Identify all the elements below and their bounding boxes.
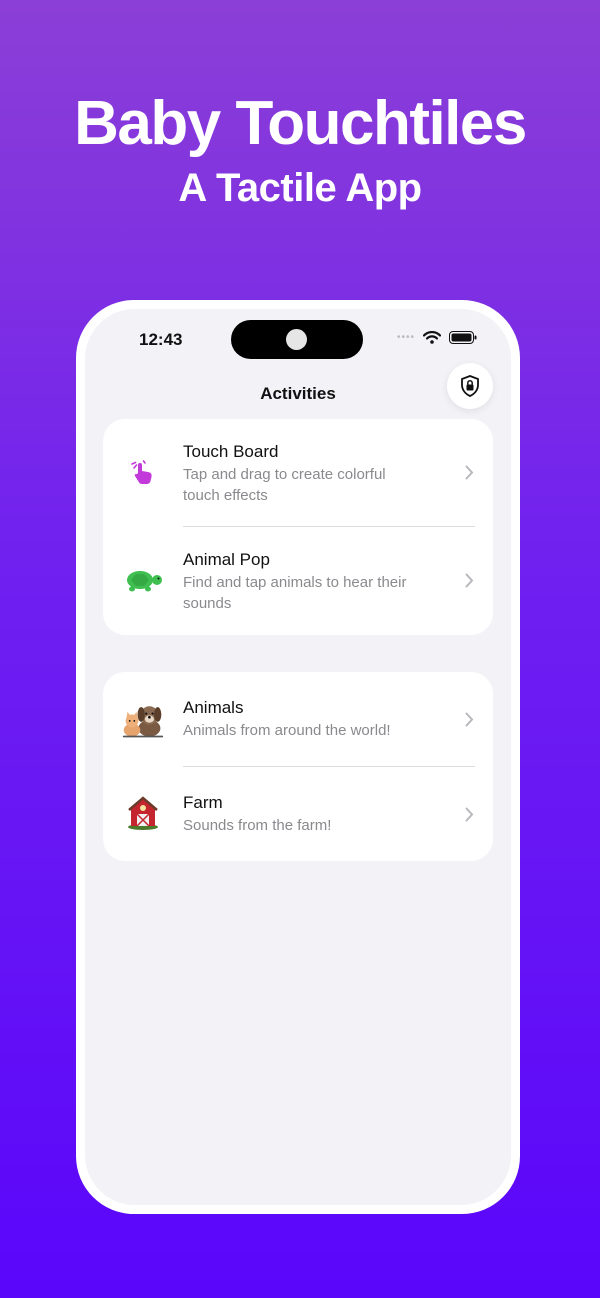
list-item-touch-board[interactable]: Touch Board Tap and drag to create color…: [103, 419, 493, 527]
chevron-right-icon: [465, 465, 474, 480]
dynamic-island: [231, 320, 363, 359]
activities-card: Touch Board Tap and drag to create color…: [103, 419, 493, 635]
chevron-right-icon: [465, 573, 474, 588]
row-subtitle: Sounds from the farm!: [183, 817, 332, 834]
list-item-animals[interactable]: Animals Animals from around the world!: [103, 672, 493, 766]
sounds-card: Animals Animals from around the world! F…: [103, 672, 493, 861]
phone-frame: 12:43 •••• Activities Touch Board Tap an…: [76, 300, 520, 1214]
signal-dots-icon: ••••: [396, 332, 415, 343]
barn-icon: [121, 791, 165, 835]
row-title: Farm: [183, 793, 223, 812]
phone-screen: 12:43 •••• Activities Touch Board Tap an…: [85, 309, 511, 1205]
status-time: 12:43: [139, 330, 183, 349]
chevron-right-icon: [465, 712, 474, 727]
camera-icon: [286, 329, 307, 350]
shield-lock-icon: [461, 375, 479, 397]
promo-title: Baby Touchtiles: [74, 89, 527, 158]
status-icons: ••••: [397, 331, 477, 344]
row-subtitle: Tap and drag to create colorful touch ef…: [183, 466, 386, 504]
dog-cat-icon: [121, 698, 165, 742]
battery-icon: [449, 331, 477, 344]
turtle-icon: [121, 559, 165, 603]
row-subtitle: Find and tap animals to hear their sound…: [183, 574, 407, 612]
promo-subtitle: A Tactile App: [178, 166, 422, 210]
hand-tap-icon: [121, 451, 165, 495]
row-title: Animal Pop: [183, 550, 270, 569]
row-title: Animals: [183, 698, 244, 717]
chevron-right-icon: [465, 807, 474, 822]
list-item-animal-pop[interactable]: Animal Pop Find and tap animals to hear …: [103, 527, 493, 635]
row-title: Touch Board: [183, 442, 279, 461]
row-subtitle: Animals from around the world!: [183, 722, 391, 739]
parental-lock-button[interactable]: [447, 363, 493, 409]
wifi-icon: [423, 331, 441, 344]
list-item-farm[interactable]: Farm Sounds from the farm!: [103, 767, 493, 861]
